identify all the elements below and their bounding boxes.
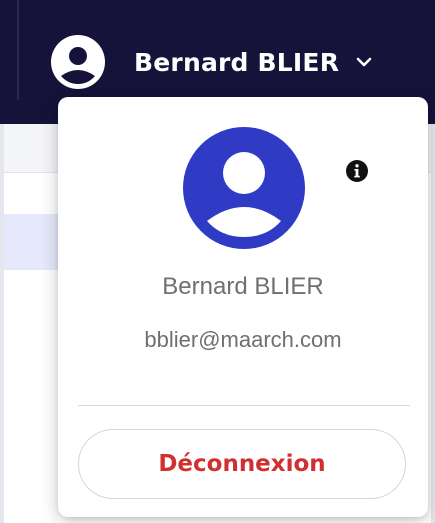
- user-menu-toggle[interactable]: Bernard BLIER: [50, 30, 373, 94]
- profile-name: Bernard BLIER: [162, 273, 324, 300]
- page-right-edge: [431, 124, 435, 523]
- user-circle-icon: [183, 127, 305, 249]
- user-dropdown-menu: Bernard BLIER bblier@maarch.com Déconnex…: [58, 97, 428, 517]
- info-icon[interactable]: [345, 159, 369, 183]
- chevron-down-icon: [356, 57, 372, 67]
- menu-divider: [78, 405, 410, 406]
- page-left-edge: [0, 124, 4, 523]
- profile-email: bblier@maarch.com: [144, 327, 342, 352]
- logout-button[interactable]: Déconnexion: [78, 429, 406, 499]
- page-selected-row: [4, 214, 64, 270]
- user-name-label: Bernard BLIER: [134, 47, 340, 77]
- topbar-divider: [17, 0, 19, 100]
- user-circle-icon: [51, 35, 105, 89]
